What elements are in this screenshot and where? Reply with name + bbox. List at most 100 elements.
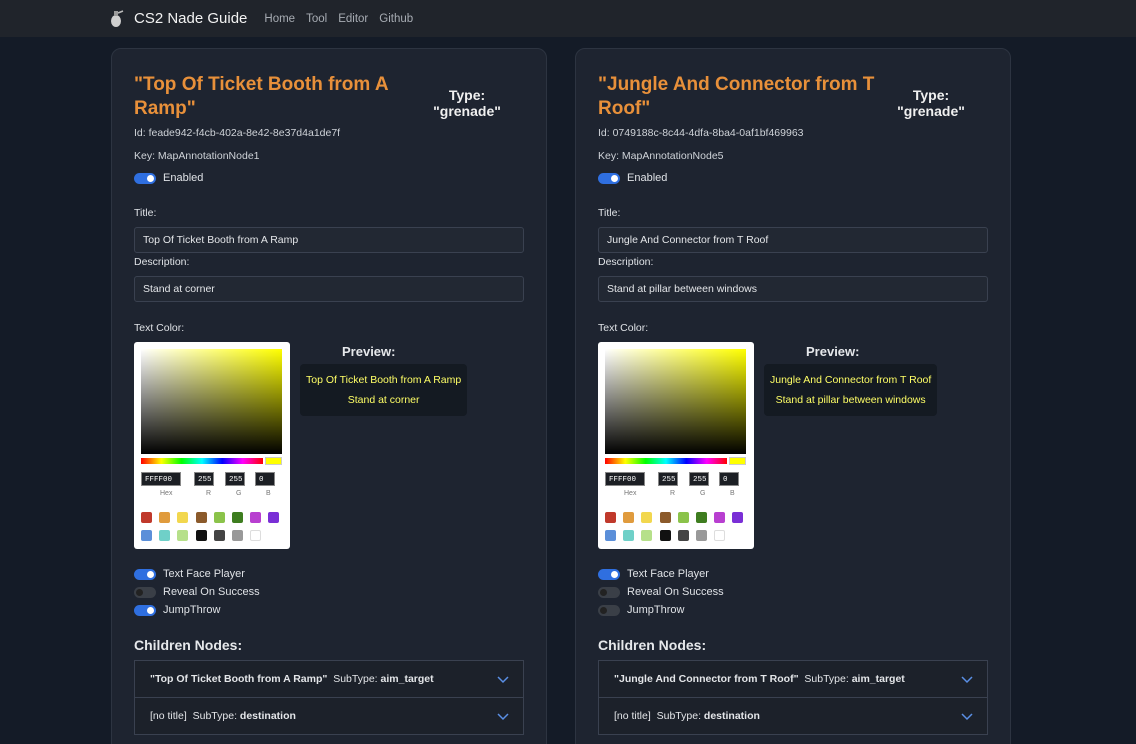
text-color-label: Text Color: bbox=[598, 322, 649, 334]
enabled-toggle-row[interactable]: Enabled bbox=[134, 172, 203, 184]
child-node-row[interactable]: "Top Of Ticket Booth from A Ramp" SubTyp… bbox=[134, 660, 524, 698]
toggle-label: Reveal On Success bbox=[627, 586, 724, 598]
toggle-row[interactable]: Text Face Player bbox=[598, 568, 709, 580]
color-swatch[interactable] bbox=[696, 530, 707, 541]
child-node-row[interactable]: [no title] SubType: destination bbox=[134, 697, 524, 735]
color-swatch[interactable] bbox=[141, 512, 152, 523]
g-input[interactable]: 255 bbox=[689, 472, 709, 486]
child-node-row[interactable]: "Jungle And Connector from T Roof" SubTy… bbox=[598, 660, 988, 698]
r-label: R bbox=[670, 490, 676, 497]
nav-editor-link[interactable]: Editor bbox=[338, 13, 368, 25]
color-swatch[interactable] bbox=[623, 512, 635, 523]
r-input[interactable]: 255 bbox=[658, 472, 678, 486]
saturation-area[interactable] bbox=[141, 349, 282, 454]
toggle-row[interactable]: JumpThrow bbox=[598, 604, 684, 616]
description-input[interactable]: Stand at corner bbox=[134, 276, 524, 302]
enabled-label: Enabled bbox=[627, 172, 668, 184]
hue-slider[interactable] bbox=[141, 458, 263, 464]
toggle-switch[interactable] bbox=[598, 586, 620, 598]
preview-title: Jungle And Connector from T Roof bbox=[770, 374, 932, 386]
preview-label: Preview: bbox=[342, 344, 396, 359]
color-swatch[interactable] bbox=[232, 530, 243, 541]
chevron-down-icon[interactable] bbox=[497, 673, 509, 685]
child-node-name: "Jungle And Connector from T Roof" bbox=[614, 673, 799, 685]
color-swatch[interactable] bbox=[141, 530, 152, 541]
color-swatch[interactable] bbox=[732, 512, 744, 523]
enabled-toggle-row[interactable]: Enabled bbox=[598, 172, 667, 184]
toggle-row[interactable]: Reveal On Success bbox=[134, 586, 260, 598]
brand[interactable]: CS2 Nade Guide bbox=[106, 9, 264, 29]
r-input[interactable]: 255 bbox=[194, 472, 214, 486]
color-swatch[interactable] bbox=[641, 530, 653, 541]
toggle-row[interactable]: Reveal On Success bbox=[598, 586, 724, 598]
child-subtype-value: aim_target bbox=[851, 673, 905, 685]
node-card: "Top Of Ticket Booth from A Ramp" Type: … bbox=[111, 48, 547, 744]
b-input[interactable]: 0 bbox=[255, 472, 275, 486]
color-swatch[interactable] bbox=[714, 512, 726, 523]
title-input[interactable]: Jungle And Connector from T Roof bbox=[598, 227, 988, 253]
g-label: G bbox=[700, 490, 706, 497]
color-swatch[interactable] bbox=[232, 512, 243, 523]
hex-input[interactable]: FFFF00 bbox=[141, 472, 181, 486]
toggle-row[interactable]: Text Face Player bbox=[134, 568, 245, 580]
color-swatch[interactable] bbox=[195, 530, 207, 541]
toggle-label: Text Face Player bbox=[627, 568, 709, 580]
color-swatch[interactable] bbox=[677, 512, 689, 523]
color-swatch[interactable] bbox=[213, 512, 225, 523]
chevron-down-icon[interactable] bbox=[497, 710, 509, 722]
color-swatch[interactable] bbox=[605, 530, 616, 541]
title-input[interactable]: Top Of Ticket Booth from A Ramp bbox=[134, 227, 524, 253]
child-node-name: [no title] bbox=[150, 710, 187, 722]
description-label: Description: bbox=[598, 256, 654, 268]
preview-box: Top Of Ticket Booth from A Ramp Stand at… bbox=[300, 364, 468, 416]
color-swatch[interactable] bbox=[213, 530, 225, 541]
color-swatch[interactable] bbox=[177, 512, 189, 523]
b-input[interactable]: 0 bbox=[719, 472, 739, 486]
preview-box: Jungle And Connector from T Roof Stand a… bbox=[764, 364, 938, 416]
current-color-swatch bbox=[265, 457, 282, 465]
enabled-toggle[interactable] bbox=[134, 172, 156, 184]
color-swatch[interactable] bbox=[659, 530, 671, 541]
preview-description: Stand at pillar between windows bbox=[775, 394, 926, 406]
color-swatch[interactable] bbox=[159, 512, 171, 523]
color-swatch[interactable] bbox=[623, 530, 635, 541]
saturation-area[interactable] bbox=[605, 349, 746, 454]
node-type: Type: "grenade" bbox=[422, 87, 512, 119]
nav-github-link[interactable]: Github bbox=[379, 13, 413, 25]
enabled-toggle[interactable] bbox=[598, 172, 620, 184]
color-swatch[interactable] bbox=[605, 512, 616, 523]
node-card: "Jungle And Connector from T Roof" Type:… bbox=[575, 48, 1011, 744]
description-input[interactable]: Stand at pillar between windows bbox=[598, 276, 988, 302]
toggle-label: Reveal On Success bbox=[163, 586, 260, 598]
color-swatch[interactable] bbox=[677, 530, 689, 541]
chevron-down-icon[interactable] bbox=[961, 710, 973, 722]
color-swatch[interactable] bbox=[641, 512, 653, 523]
color-swatch[interactable] bbox=[177, 530, 189, 541]
color-swatch[interactable] bbox=[195, 512, 207, 523]
grenade-logo-icon bbox=[111, 9, 124, 27]
hue-slider[interactable] bbox=[605, 458, 727, 464]
toggle-switch[interactable] bbox=[134, 604, 156, 616]
nav-home-link[interactable]: Home bbox=[264, 13, 295, 25]
toggle-switch[interactable] bbox=[134, 568, 156, 580]
color-swatch[interactable] bbox=[659, 512, 671, 523]
color-swatch[interactable] bbox=[714, 530, 726, 541]
color-swatch[interactable] bbox=[250, 512, 262, 523]
nav-tool-link[interactable]: Tool bbox=[306, 13, 327, 25]
b-label: B bbox=[730, 490, 735, 497]
color-swatch[interactable] bbox=[696, 512, 707, 523]
g-input[interactable]: 255 bbox=[225, 472, 245, 486]
toggle-switch[interactable] bbox=[598, 568, 620, 580]
children-nodes-heading: Children Nodes: bbox=[598, 637, 707, 653]
toggle-switch[interactable] bbox=[598, 604, 620, 616]
color-swatch[interactable] bbox=[159, 530, 171, 541]
type-label: Type: bbox=[448, 87, 486, 103]
hex-input[interactable]: FFFF00 bbox=[605, 472, 645, 486]
toggle-row[interactable]: JumpThrow bbox=[134, 604, 220, 616]
title-label: Title: bbox=[134, 207, 157, 219]
color-swatch[interactable] bbox=[268, 512, 280, 523]
child-node-row[interactable]: [no title] SubType: destination bbox=[598, 697, 988, 735]
chevron-down-icon[interactable] bbox=[961, 673, 973, 685]
color-swatch[interactable] bbox=[250, 530, 262, 541]
toggle-switch[interactable] bbox=[134, 586, 156, 598]
